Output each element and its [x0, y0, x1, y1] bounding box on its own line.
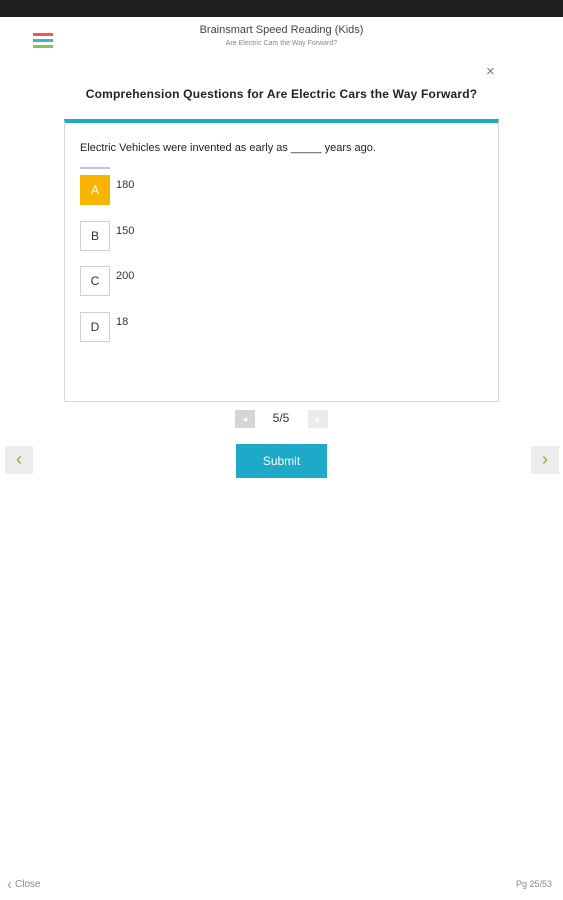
option-text: 180 — [116, 179, 135, 191]
option-letter[interactable]: A — [80, 175, 110, 205]
option-letter[interactable]: B — [80, 221, 110, 251]
option-text: 200 — [116, 270, 135, 282]
quiz-title: Comprehension Questions for Are Electric… — [85, 87, 478, 101]
close-icon[interactable]: × — [486, 64, 495, 80]
option-letter[interactable]: C — [80, 266, 110, 296]
pager-position: 5/5 — [272, 411, 290, 425]
question-text: Electric Vehicles were invented as early… — [80, 142, 376, 154]
question-card: Electric Vehicles were invented as early… — [64, 119, 499, 402]
page-count: Pg 25/53 — [515, 879, 552, 889]
next-page-arrow-icon[interactable]: › — [531, 446, 559, 474]
pager-next-button[interactable]: ▸ — [308, 410, 328, 428]
app-subtitle: Are Electric Cars the Way Forward? — [225, 40, 338, 47]
option-text: 18 — [116, 316, 129, 328]
app-title: Brainsmart Speed Reading (Kids) — [199, 24, 364, 36]
option-text: 150 — [116, 225, 135, 237]
previous-page-arrow-icon[interactable]: ‹ — [5, 446, 33, 474]
status-bar — [0, 0, 563, 17]
close-button[interactable]: ‹ Close — [7, 876, 41, 893]
pager-prev-button[interactable]: ◂ — [235, 410, 255, 428]
close-label: Close — [15, 879, 41, 890]
question-underline — [80, 167, 110, 169]
submit-button[interactable]: Submit — [236, 444, 327, 478]
option-letter[interactable]: D — [80, 312, 110, 342]
chevron-left-icon: ‹ — [7, 876, 12, 893]
